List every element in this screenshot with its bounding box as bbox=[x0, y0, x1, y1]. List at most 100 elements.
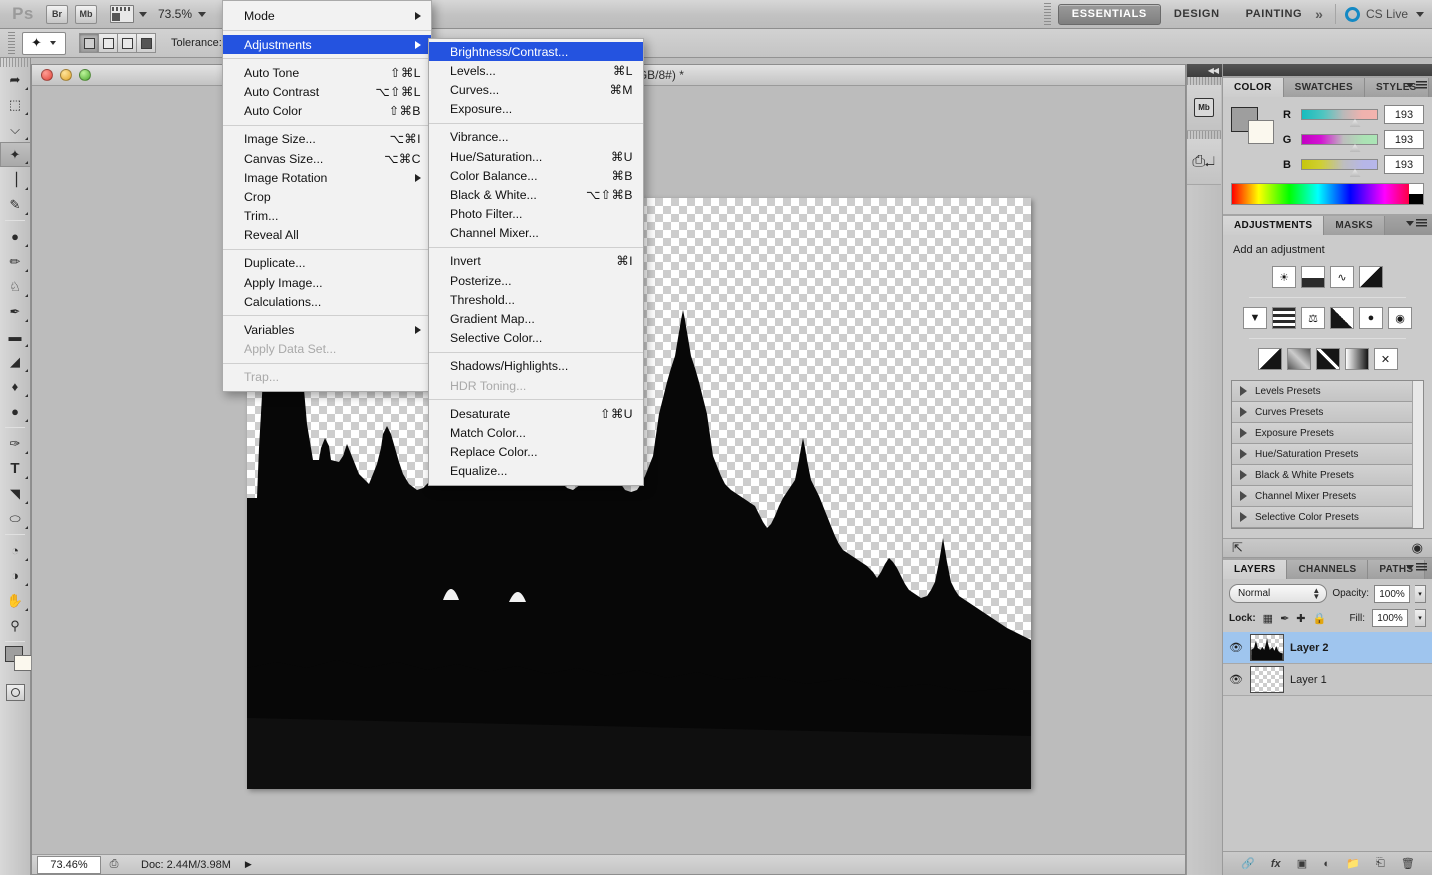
lock-image-pixels-icon[interactable]: ✒ bbox=[1280, 612, 1289, 625]
preset-hue-saturation[interactable]: Hue/Saturation Presets bbox=[1232, 444, 1423, 465]
menu-item-auto-color[interactable]: Auto Color ⇧⌘B bbox=[223, 102, 431, 121]
levels-icon[interactable] bbox=[1301, 266, 1325, 288]
zoom-window-button[interactable] bbox=[79, 69, 91, 81]
submenu-item-channel-mixer[interactable]: Channel Mixer... bbox=[429, 224, 643, 243]
preset-levels[interactable]: Levels Presets bbox=[1232, 381, 1423, 402]
red-slider-knob[interactable] bbox=[1349, 119, 1361, 127]
layer-thumbnail[interactable] bbox=[1250, 666, 1284, 693]
adjustments-panel-menu-button[interactable] bbox=[1406, 219, 1427, 227]
new-layer-icon[interactable]: ⎗ bbox=[1376, 857, 1385, 870]
mini-bridge-panel-icon[interactable]: Mb bbox=[1187, 85, 1221, 131]
background-color-swatch[interactable] bbox=[14, 655, 32, 671]
preset-selective-color[interactable]: Selective Color Presets bbox=[1232, 507, 1423, 528]
hand-tool[interactable]: ✋ bbox=[0, 588, 30, 613]
crop-tool[interactable]: ⎟ bbox=[0, 167, 30, 192]
background-color-swatch[interactable] bbox=[1248, 120, 1274, 144]
launch-mini-bridge-button[interactable]: Mb bbox=[75, 4, 97, 24]
menu-item-canvas-size[interactable]: Canvas Size... ⌥⌘C bbox=[223, 149, 431, 168]
new-fill-adjustment-icon[interactable]: ◐ bbox=[1323, 858, 1330, 870]
blue-slider-knob[interactable] bbox=[1349, 169, 1361, 177]
document-preview-icon[interactable]: ⎙ bbox=[101, 858, 127, 871]
ellipse-shape-tool[interactable]: ⬭ bbox=[0, 506, 30, 531]
gradient-tool[interactable]: ◢ bbox=[0, 349, 30, 374]
layer-style-fx-icon[interactable]: fx bbox=[1271, 858, 1281, 870]
submenu-item-photo-filter[interactable]: Photo Filter... bbox=[429, 205, 643, 224]
quick-mask-toggle[interactable] bbox=[5, 684, 25, 701]
type-tool[interactable]: T bbox=[0, 456, 30, 481]
clone-stamp-tool[interactable]: ♘ bbox=[0, 274, 30, 299]
menu-item-duplicate[interactable]: Duplicate... bbox=[223, 254, 431, 273]
fill-input[interactable]: 100% bbox=[1372, 609, 1408, 627]
layer-visibility-icon[interactable]: 👁 bbox=[1228, 673, 1244, 686]
workspace-painting[interactable]: PAINTING bbox=[1233, 4, 1316, 25]
layer-row-layer-2[interactable]: 👁 Layer 2 bbox=[1223, 632, 1432, 664]
submenu-item-gradient-map[interactable]: Gradient Map... bbox=[429, 309, 643, 328]
preset-curves[interactable]: Curves Presets bbox=[1232, 402, 1423, 423]
move-tool[interactable]: ➦ bbox=[0, 67, 30, 92]
black-and-white-icon[interactable] bbox=[1330, 307, 1354, 329]
zoom-tool[interactable]: ⚲ bbox=[0, 613, 30, 638]
red-slider[interactable] bbox=[1301, 109, 1378, 127]
posterize-icon[interactable] bbox=[1286, 348, 1311, 370]
submenu-item-color-balance[interactable]: Color Balance... ⌘B bbox=[429, 166, 643, 185]
submenu-item-equalize[interactable]: Equalize... bbox=[429, 462, 643, 481]
selective-color-icon[interactable]: ✕ bbox=[1373, 348, 1398, 370]
vibrance-icon[interactable]: ▼ bbox=[1243, 307, 1267, 329]
green-slider-knob[interactable] bbox=[1349, 144, 1361, 152]
red-value-input[interactable]: 193 bbox=[1384, 105, 1424, 124]
add-to-selection-button[interactable] bbox=[98, 33, 118, 53]
blue-value-input[interactable]: 193 bbox=[1384, 155, 1424, 174]
submenu-item-brightness-contrast[interactable]: Brightness/Contrast... bbox=[429, 42, 643, 62]
dock-collapse-icon[interactable]: ◀◀ bbox=[1187, 64, 1222, 77]
color-swatches[interactable] bbox=[5, 646, 32, 682]
pen-tool[interactable]: ✑ bbox=[0, 431, 30, 456]
3d-camera-orbit-tool[interactable]: ◑ bbox=[0, 563, 30, 588]
submenu-item-curves[interactable]: Curves... ⌘M bbox=[429, 80, 643, 99]
menu-item-trim[interactable]: Trim... bbox=[223, 207, 431, 226]
curves-icon[interactable]: ∿ bbox=[1330, 266, 1354, 288]
submenu-item-invert[interactable]: Invert ⌘I bbox=[429, 252, 643, 271]
layer-name[interactable]: Layer 1 bbox=[1290, 674, 1327, 686]
spot-healing-brush-tool[interactable]: ● bbox=[0, 224, 30, 249]
subtract-from-selection-button[interactable] bbox=[117, 33, 137, 53]
preset-channel-mixer[interactable]: Channel Mixer Presets bbox=[1232, 486, 1423, 507]
layer-visibility-icon[interactable]: 👁 bbox=[1228, 641, 1244, 654]
photo-filter-icon[interactable]: ● bbox=[1359, 307, 1383, 329]
eraser-tool[interactable]: ▬ bbox=[0, 324, 30, 349]
blue-slider[interactable] bbox=[1301, 159, 1378, 177]
new-selection-button[interactable] bbox=[79, 33, 99, 53]
layer-thumbnail[interactable] bbox=[1250, 634, 1284, 661]
history-panel-icon[interactable]: ⎙↵ bbox=[1187, 139, 1221, 185]
preset-black-and-white[interactable]: Black & White Presets bbox=[1232, 465, 1423, 486]
submenu-item-replace-color[interactable]: Replace Color... bbox=[429, 443, 643, 462]
minimize-window-button[interactable] bbox=[60, 69, 72, 81]
tab-channels[interactable]: CHANNELS bbox=[1287, 560, 1369, 579]
menu-item-adjustments[interactable]: Adjustments bbox=[223, 35, 431, 55]
panels-collapse-bar[interactable] bbox=[1223, 64, 1432, 76]
tab-color[interactable]: COLOR bbox=[1223, 78, 1284, 97]
lock-transparent-pixels-icon[interactable]: ▦ bbox=[1263, 612, 1273, 625]
dock-grip-1[interactable] bbox=[1187, 77, 1222, 85]
tab-layers[interactable]: LAYERS bbox=[1223, 560, 1288, 579]
submenu-item-desaturate[interactable]: Desaturate ⇧⌘U bbox=[429, 404, 643, 423]
submenu-item-shadows-highlights[interactable]: Shadows/Highlights... bbox=[429, 357, 643, 376]
dock-grip-2[interactable] bbox=[1187, 131, 1222, 139]
submenu-item-black-and-white[interactable]: Black & White... ⌥⇧⌘B bbox=[429, 185, 643, 204]
blur-tool[interactable]: ♦ bbox=[0, 374, 30, 399]
menu-item-auto-tone[interactable]: Auto Tone ⇧⌘L bbox=[223, 63, 431, 82]
more-workspaces-icon[interactable]: » bbox=[1315, 6, 1326, 22]
menu-item-image-size[interactable]: Image Size... ⌥⌘I bbox=[223, 130, 431, 149]
channel-mixer-icon[interactable]: ◉ bbox=[1388, 307, 1412, 329]
3d-object-rotate-tool[interactable]: ◔ bbox=[0, 538, 30, 563]
add-layer-mask-icon[interactable]: ▣ bbox=[1297, 857, 1307, 870]
submenu-item-selective-color[interactable]: Selective Color... bbox=[429, 329, 643, 348]
launch-bridge-button[interactable]: Br bbox=[46, 4, 68, 24]
menu-item-variables[interactable]: Variables bbox=[223, 320, 431, 339]
tab-masks[interactable]: MASKS bbox=[1324, 216, 1385, 235]
new-group-icon[interactable]: 📁 bbox=[1346, 857, 1360, 870]
options-bar-grip[interactable] bbox=[8, 32, 15, 54]
exposure-icon[interactable] bbox=[1359, 266, 1383, 288]
gradient-map-icon[interactable] bbox=[1344, 348, 1369, 370]
menu-item-apply-image[interactable]: Apply Image... bbox=[223, 273, 431, 292]
layers-panel-menu-button[interactable] bbox=[1406, 563, 1427, 571]
